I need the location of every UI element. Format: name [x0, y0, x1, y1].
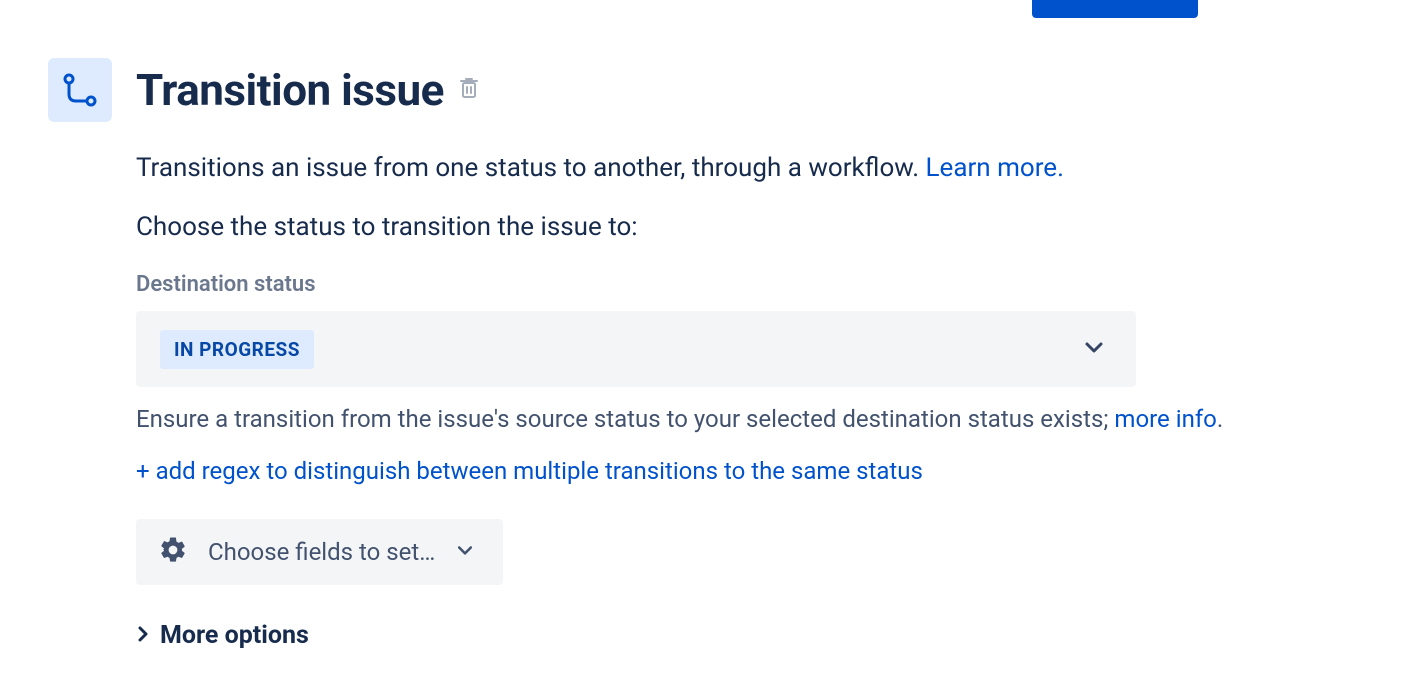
transition-icon: [60, 70, 100, 110]
add-regex-link[interactable]: + add regex to distinguish between multi…: [136, 457, 1348, 485]
gear-icon: [158, 535, 188, 569]
description: Transitions an issue from one status to …: [136, 150, 1348, 186]
chevron-right-icon: [136, 625, 150, 647]
helper-text: Ensure a transition from the issue's sou…: [136, 405, 1114, 433]
transition-icon-box: [48, 58, 112, 122]
destination-status-label: Destination status: [136, 272, 1348, 297]
status-lozenge: IN PROGRESS: [160, 330, 314, 369]
choose-fields-button[interactable]: Choose fields to set…: [136, 519, 503, 585]
chevron-down-icon: [455, 540, 475, 564]
panel-body: Transitions an issue from one status to …: [136, 150, 1348, 650]
choose-fields-label: Choose fields to set…: [208, 538, 435, 566]
more-options-toggle[interactable]: More options: [136, 621, 1348, 650]
title-row: Transition issue: [136, 64, 480, 116]
transition-issue-panel: Transition issue Transitions an issue fr…: [48, 58, 1348, 650]
more-info-link[interactable]: more info: [1114, 405, 1216, 433]
header-row: Transition issue: [48, 58, 1348, 122]
description-text: Transitions an issue from one status to …: [136, 153, 926, 183]
top-action-button[interactable]: [1032, 0, 1198, 18]
learn-more-link[interactable]: Learn more.: [926, 153, 1064, 183]
choose-status-text: Choose the status to transition the issu…: [136, 212, 1348, 242]
chevron-down-icon: [1082, 335, 1106, 363]
delete-icon[interactable]: [458, 76, 480, 104]
helper-suffix: .: [1217, 405, 1223, 433]
page-title: Transition issue: [136, 64, 444, 116]
destination-status-select[interactable]: IN PROGRESS: [136, 311, 1136, 387]
destination-helper-text: Ensure a transition from the issue's sou…: [136, 405, 1348, 433]
more-options-label: More options: [160, 621, 309, 650]
